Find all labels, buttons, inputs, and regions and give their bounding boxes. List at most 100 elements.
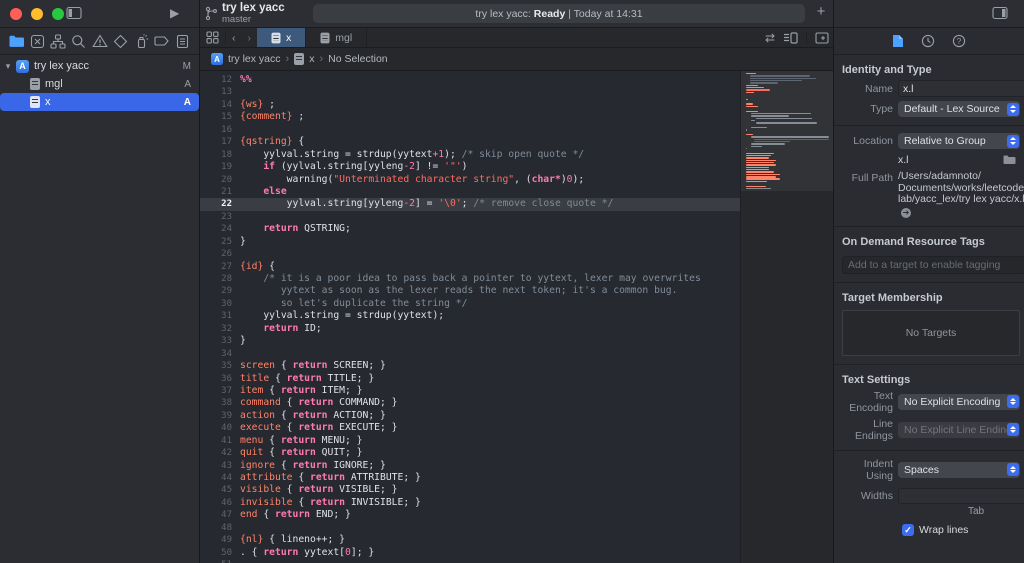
- code-line-36[interactable]: 36 title { return TITLE; }: [200, 373, 741, 385]
- jumpbar-chevron-icon: ›: [319, 53, 324, 65]
- code-line-39[interactable]: 39 action { return ACTION; }: [200, 410, 741, 422]
- code-line-41[interactable]: 41 menu { return MENU; }: [200, 435, 741, 447]
- jumpbar-file[interactable]: x: [309, 53, 314, 65]
- navigator-item-x[interactable]: xA: [0, 93, 199, 111]
- type-dropdown[interactable]: Default - Lex Source: [898, 101, 1020, 117]
- project-navigator-icon[interactable]: [8, 33, 25, 50]
- code-line-28[interactable]: 28 /* it is a poor idea to pass back a p…: [200, 273, 741, 285]
- code-line-21[interactable]: 21 else: [200, 186, 741, 198]
- location-dropdown[interactable]: Relative to Group: [898, 133, 1020, 149]
- line-content: yytext as soon as the lexer reads the ne…: [240, 285, 678, 297]
- wrap-lines-checkbox[interactable]: ✓: [902, 523, 914, 536]
- find-navigator-icon[interactable]: [70, 33, 87, 50]
- code-line-35[interactable]: 35 screen { return SCREEN; }: [200, 360, 741, 372]
- breakpoint-navigator-icon[interactable]: [153, 33, 170, 50]
- code-line-40[interactable]: 40 execute { return EXECUTE; }: [200, 422, 741, 434]
- code-line-24[interactable]: 24 return QSTRING;: [200, 223, 741, 235]
- code-line-23[interactable]: 23: [200, 211, 741, 223]
- code-line-48[interactable]: 48: [200, 522, 741, 534]
- editor-tab-mgl[interactable]: mgl: [306, 28, 368, 47]
- indent-using-dropdown[interactable]: Spaces: [898, 461, 1020, 478]
- report-navigator-icon[interactable]: [174, 33, 191, 50]
- code-lines[interactable]: 12%% 13 14 {ws} ; 15 {comment} ; 16 17 {qstring}…: [200, 71, 741, 563]
- add-tab-button[interactable]: +: [812, 3, 830, 20]
- minimap[interactable]: [740, 71, 833, 563]
- quick-help-inspector-icon[interactable]: ?: [952, 34, 966, 48]
- code-line-32[interactable]: 32 return ID;: [200, 323, 741, 335]
- line-endings-dropdown[interactable]: No Explicit Line Endings: [898, 421, 1020, 438]
- line-number: 19: [221, 162, 232, 173]
- tab-width-field[interactable]: [898, 487, 1024, 504]
- editor-tab-x[interactable]: x: [257, 28, 307, 47]
- minimize-window-button[interactable]: [31, 8, 43, 20]
- jumpbar-project[interactable]: try lex yacc: [228, 53, 281, 65]
- close-window-button[interactable]: [10, 8, 22, 20]
- resource-tags-field[interactable]: [842, 255, 1024, 274]
- zoom-window-button[interactable]: [52, 8, 64, 20]
- code-line-16[interactable]: 16: [200, 124, 741, 136]
- code-line-17[interactable]: 17 {qstring} {: [200, 136, 741, 148]
- name-field[interactable]: [898, 80, 1024, 97]
- line-number: 13: [221, 87, 232, 98]
- go-forward-button[interactable]: ›: [242, 28, 258, 47]
- navigator-item-try-lex-yacc[interactable]: ▾ Atry lex yacc M: [0, 57, 199, 75]
- toggle-left-sidebar-icon[interactable]: [66, 6, 82, 20]
- line-content: quit { return QUIT; }: [240, 447, 363, 459]
- code-line-30[interactable]: 30 so let's duplicate the string */: [200, 298, 741, 310]
- code-line-20[interactable]: 20 warning("Unterminated character strin…: [200, 174, 741, 186]
- source-control-navigator-icon[interactable]: [29, 33, 46, 50]
- issue-navigator-icon[interactable]: [91, 33, 108, 50]
- code-line-37[interactable]: 37 item { return ITEM; }: [200, 385, 741, 397]
- line-endings-label: Line Endings: [855, 417, 893, 442]
- code-line-33[interactable]: 33}: [200, 335, 741, 347]
- code-line-51[interactable]: 51: [200, 559, 741, 563]
- code-line-27[interactable]: 27 {id} {: [200, 261, 741, 273]
- code-line-49[interactable]: 49 {nl} { lineno++; }: [200, 534, 741, 546]
- disclosure-triangle-icon[interactable]: ▾: [0, 61, 16, 72]
- line-number: 49: [221, 535, 232, 546]
- folder-icon[interactable]: [1003, 155, 1016, 165]
- code-line-38[interactable]: 38 command { return COMMAND; }: [200, 397, 741, 409]
- code-line-34[interactable]: 34: [200, 348, 741, 360]
- code-line-14[interactable]: 14 {ws} ;: [200, 99, 741, 111]
- code-review-icon[interactable]: [783, 31, 798, 44]
- line-number: 41: [221, 435, 232, 446]
- code-line-25[interactable]: 25}: [200, 236, 741, 248]
- symbol-navigator-icon[interactable]: [50, 33, 67, 50]
- file-icon: [320, 32, 330, 43]
- go-back-button[interactable]: ‹: [226, 28, 242, 47]
- line-content: end { return END; }: [240, 509, 351, 521]
- code-line-19[interactable]: 19 if (yylval.string[yyleng-2] != '"'): [200, 161, 741, 173]
- code-line-43[interactable]: 43 ignore { return IGNORE; }: [200, 460, 741, 472]
- swap-editor-icon[interactable]: ⇄: [765, 31, 775, 45]
- code-line-13[interactable]: 13: [200, 86, 741, 98]
- test-navigator-icon[interactable]: [112, 33, 129, 50]
- code-line-42[interactable]: 42 quit { return QUIT; }: [200, 447, 741, 459]
- code-line-46[interactable]: 46 invisible { return INVISIBLE; }: [200, 497, 741, 509]
- code-line-44[interactable]: 44 attribute { return ATTRIBUTE; }: [200, 472, 741, 484]
- minimap-rows: [746, 73, 830, 193]
- jumpbar-selection[interactable]: No Selection: [328, 53, 388, 65]
- reveal-path-arrow-icon[interactable]: ➔: [901, 207, 911, 218]
- code-line-29[interactable]: 29 yytext as soon as the lexer reads the…: [200, 285, 741, 297]
- run-button[interactable]: ▶: [170, 6, 179, 21]
- line-content: return ID;: [263, 322, 322, 334]
- related-items-icon[interactable]: [200, 28, 225, 47]
- code-line-45[interactable]: 45 visible { return VISIBLE; }: [200, 484, 741, 496]
- code-line-12[interactable]: 12%%: [200, 74, 741, 86]
- code-line-22[interactable]: 22 yylval.string[yyleng-2] = '\0'; /* re…: [200, 198, 741, 211]
- code-line-15[interactable]: 15 {comment} ;: [200, 111, 741, 123]
- file-inspector-icon[interactable]: [892, 34, 904, 48]
- code-line-47[interactable]: 47 end { return END; }: [200, 509, 741, 521]
- add-editor-icon[interactable]: [815, 31, 829, 44]
- code-line-50[interactable]: 50 . { return yytext[0]; }: [200, 547, 741, 559]
- line-number: 50: [221, 547, 232, 558]
- code-line-18[interactable]: 18 yylval.string = strdup(yytext+1); /* …: [200, 149, 741, 161]
- text-encoding-dropdown[interactable]: No Explicit Encoding: [898, 393, 1020, 410]
- toggle-right-sidebar-icon[interactable]: [992, 6, 1008, 20]
- code-line-31[interactable]: 31 yylval.string = strdup(yytext);: [200, 310, 741, 322]
- navigator-item-mgl[interactable]: mgl A: [0, 75, 199, 93]
- code-line-26[interactable]: 26: [200, 248, 741, 260]
- debug-navigator-icon[interactable]: [133, 33, 150, 50]
- history-inspector-icon[interactable]: [921, 34, 935, 48]
